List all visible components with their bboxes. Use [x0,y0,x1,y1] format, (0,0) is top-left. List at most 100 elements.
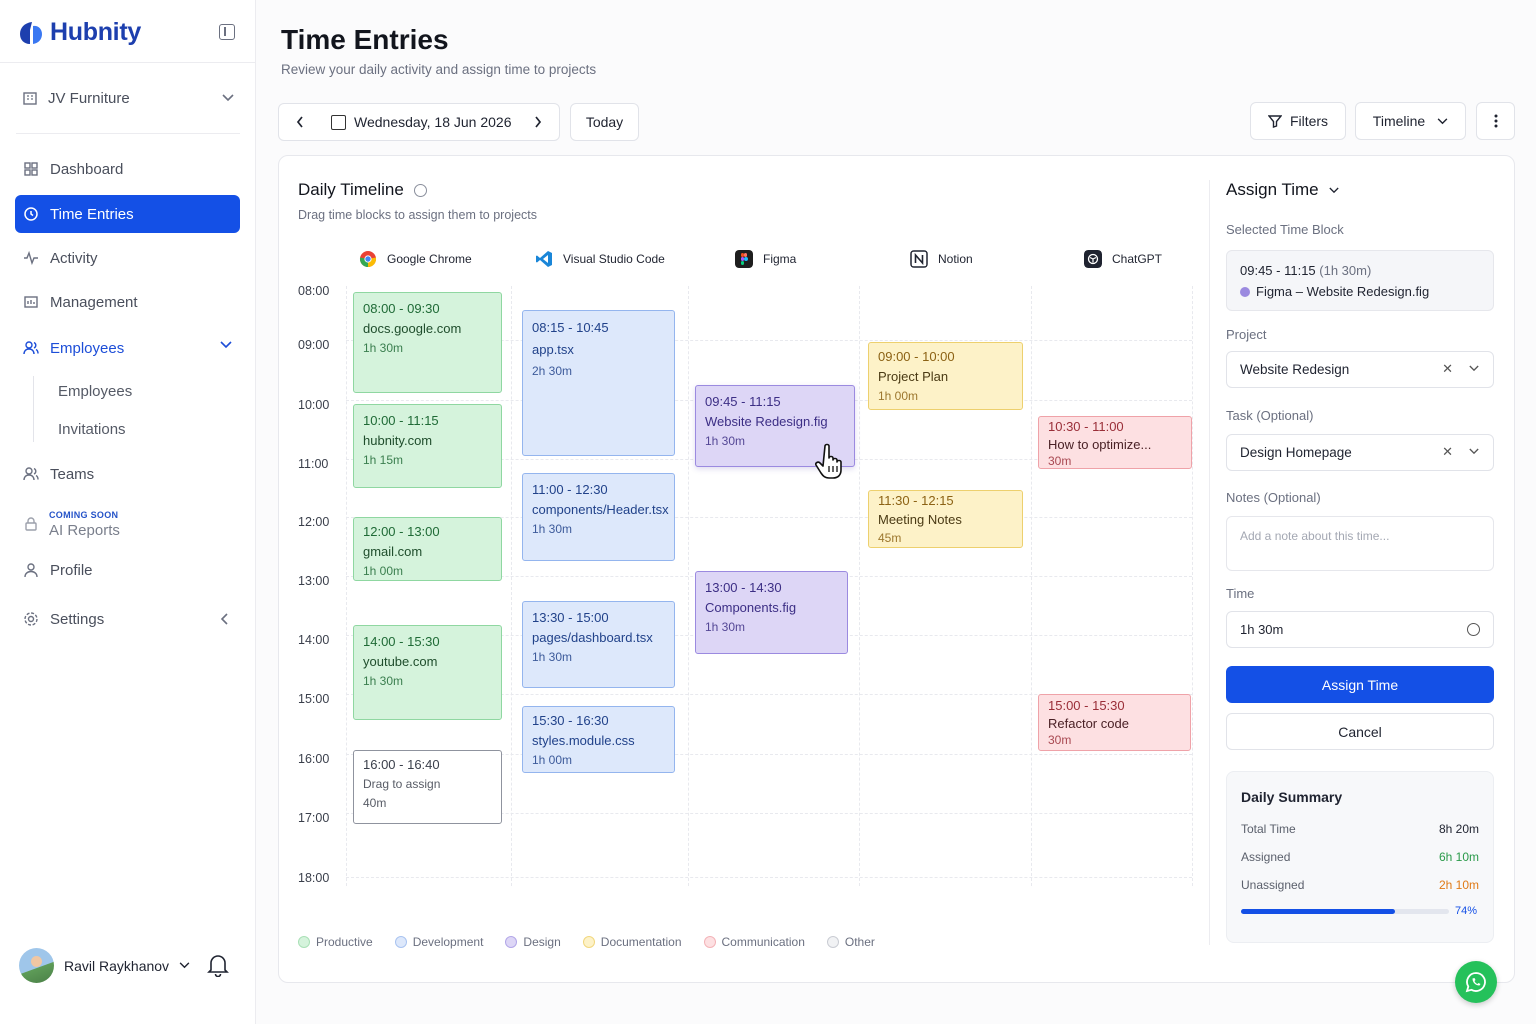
vscode-icon [536,251,552,267]
chevron-left-icon[interactable] [295,114,305,130]
design-dot [1240,286,1250,297]
chatgpt-icon [1084,250,1102,268]
block-name: Components.fig [705,600,797,616]
hour-label: 12:00 [298,515,330,529]
figma-icon [735,250,753,268]
project-select[interactable]: Website Redesign ✕ [1226,351,1494,388]
clock-icon [1467,623,1480,636]
time-block[interactable]: 14:00 - 15:30 youtube.com 1h 30m [353,625,502,720]
today-button[interactable]: Today [570,103,639,141]
assign-time-button[interactable]: Assign Time [1226,666,1494,703]
bell-icon[interactable] [207,953,229,977]
sidebar-subitem-employees[interactable]: Employees [58,383,132,400]
sidebar-item-teams[interactable]: Teams [15,455,240,493]
selected-time: 09:45 - 11:15 [1240,263,1316,278]
block-time: 09:00 - 10:00 [878,349,955,364]
notion-icon [910,250,928,268]
block-name: How to optimize... [1048,436,1152,452]
assign-time-title[interactable]: Assign Time [1226,180,1339,200]
teams-icon [23,467,39,481]
org-selector[interactable]: JV Furniture [22,86,234,110]
block-duration: 2h 30m [532,364,573,379]
filters-label: Filters [1289,113,1329,129]
legend-dot [826,936,839,948]
sidebar-item-label: Dashboard [50,160,124,178]
block-name: components/Header.tsx [532,502,669,518]
app-name: ChatGPT [1112,252,1163,266]
hour-label: 16:00 [298,752,330,766]
time-block[interactable]: 15:00 - 15:30 Refactor code 30m [1038,694,1191,751]
sidebar-item-dashboard[interactable]: Dashboard [15,150,240,188]
time-block[interactable]: 11:30 - 12:15 Meeting Notes 45m [868,490,1023,548]
time-block[interactable]: 10:00 - 11:15 hubnity.com 1h 15m [353,404,502,488]
app-name: Visual Studio Code [563,252,665,266]
summary-label: Total Time [1241,822,1296,836]
sidebar-collapse-icon[interactable] [219,24,235,40]
summary-row-assigned: Assigned 6h 10m [1241,850,1479,864]
unassigned-time-block[interactable]: 16:00 - 16:40 Drag to assign 40m [353,750,502,824]
block-time: 11:00 - 12:30 [532,482,608,497]
clear-icon[interactable]: ✕ [1442,361,1453,377]
sidebar-subitem-invitations[interactable]: Invitations [58,421,126,438]
hour-label: 13:00 [298,574,330,588]
time-block[interactable]: 08:15 - 10:45 app.tsx 2h 30m [522,310,675,456]
sidebar-item-time-entries[interactable]: Time Entries [15,195,240,233]
app-header-vscode: Visual Studio Code [535,250,665,268]
filter-icon [1267,115,1282,128]
chevron-down-icon [1469,365,1479,372]
legend-label: Documentation [600,935,682,949]
notes-input[interactable]: Add a note about this time... [1226,516,1494,571]
sidebar-item-profile[interactable]: Profile [15,551,240,589]
chevron-right-icon[interactable] [533,114,543,130]
whatsapp-button[interactable] [1455,961,1497,1003]
block-name: Refactor code [1048,715,1129,731]
app-header-chatgpt: ChatGPT [1084,250,1162,268]
app-header-notion: Notion [910,250,973,268]
clear-icon[interactable]: ✕ [1442,444,1453,460]
sidebar-item-settings[interactable]: Settings [15,600,240,638]
time-block[interactable]: 10:30 - 11:00 How to optimize... 30m [1038,416,1192,469]
more-options-button[interactable] [1476,102,1515,140]
sidebar-item-activity[interactable]: Activity [15,239,240,277]
legend-item: Other [826,935,875,949]
chevron-down-icon [179,962,190,969]
time-block[interactable]: 15:30 - 16:30 styles.module.css 1h 00m [522,706,675,773]
block-duration: 1h 00m [532,753,573,768]
sidebar-item-label: Activity [50,249,98,267]
summary-label: Unassigned [1241,878,1305,892]
user-name: Ravil Raykhanov [64,957,170,974]
time-block[interactable]: 12:00 - 13:00 gmail.com 1h 00m [353,517,502,581]
sidebar-item-management[interactable]: Management [15,283,240,321]
block-time: 15:00 - 15:30 [1048,698,1125,713]
info-icon[interactable] [413,183,427,197]
summary-value: 2h 10m [1438,878,1479,892]
summary-label: Assigned [1241,850,1291,864]
whatsapp-icon [1465,972,1486,993]
progress-fill [1241,909,1395,914]
divider [0,62,256,63]
block-time: 09:45 - 11:15 [705,394,781,409]
legend-label: Design [523,935,561,949]
selected-block-name: Figma – Website Redesign.fig [1256,284,1430,299]
grid-line [688,286,689,886]
time-block[interactable]: 11:00 - 12:30 components/Header.tsx 1h 3… [522,473,675,561]
time-block[interactable]: 09:00 - 10:00 Project Plan 1h 00m [868,342,1023,410]
sidebar-item-employees[interactable]: Employees [15,329,240,367]
filters-button[interactable]: Filters [1250,102,1346,140]
time-block[interactable]: 13:30 - 15:00 pages/dashboard.tsx 1h 30m [522,601,675,688]
date-picker[interactable]: Wednesday, 18 Jun 2026 [278,103,560,141]
coming-soon-badge: COMING SOON [49,510,119,520]
summary-value: 6h 10m [1438,850,1479,864]
time-block[interactable]: 08:00 - 09:30 docs.google.com 1h 30m [353,292,502,393]
logo[interactable]: Hubnity [18,18,141,47]
view-select[interactable]: Timeline [1355,102,1466,140]
sidebar-item-label: Time Entries [50,205,134,223]
time-input[interactable]: 1h 30m [1226,611,1494,648]
chevron-down-icon [1328,187,1339,193]
block-duration: 1h 30m [532,522,573,537]
task-select[interactable]: Design Homepage ✕ [1226,434,1494,471]
cancel-button[interactable]: Cancel [1226,713,1494,750]
user-menu[interactable]: Ravil Raykhanov [19,948,190,983]
selected-block-label: Selected Time Block [1226,222,1344,237]
time-block[interactable]: 13:00 - 14:30 Components.fig 1h 30m [695,571,848,654]
